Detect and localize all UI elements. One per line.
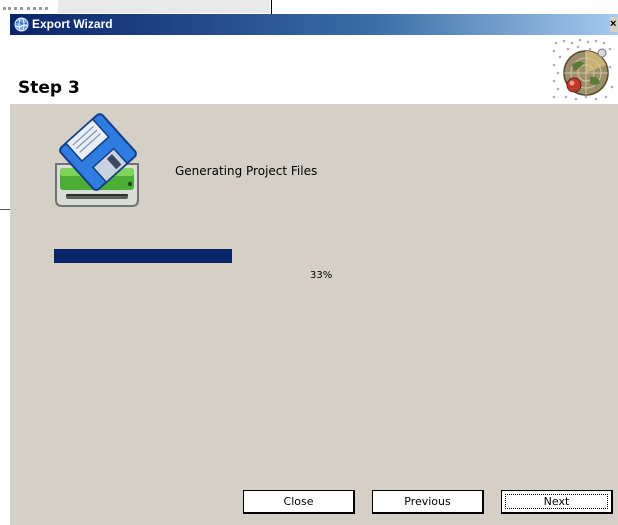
close-button[interactable]: Close	[243, 490, 355, 514]
progress-bar-fill	[54, 249, 233, 263]
background-app-edge	[0, 14, 10, 525]
window-titlebar[interactable]: Export Wizard ×	[10, 14, 618, 35]
previous-button-label: Previous	[404, 495, 451, 508]
next-button[interactable]: Next	[501, 490, 613, 514]
wizard-header: Step 3	[10, 35, 618, 104]
background-app-divider	[271, 0, 272, 14]
globe-radar-icon	[552, 38, 614, 101]
previous-button[interactable]: Previous	[372, 490, 484, 514]
progress-percent-label: 33%	[310, 270, 333, 281]
next-button-label: Next	[543, 495, 570, 508]
progress-bar	[54, 249, 594, 263]
background-app-field	[58, 0, 270, 13]
background-app-tick	[0, 209, 10, 210]
globe-app-icon	[14, 17, 29, 32]
wizard-content: Generating Project Files 33% Close Previ…	[10, 104, 618, 525]
window-title: Export Wizard	[32, 17, 113, 31]
export-wizard-window: Export Wizard × Step 3 Generating Projec…	[10, 14, 618, 525]
close-icon[interactable]: ×	[610, 17, 618, 32]
step-title: Step 3	[18, 78, 80, 98]
floppy-disk-drive-icon	[55, 113, 139, 207]
task-label: Generating Project Files	[175, 164, 318, 178]
close-button-label: Close	[283, 495, 314, 508]
background-app-caption	[0, 0, 60, 12]
